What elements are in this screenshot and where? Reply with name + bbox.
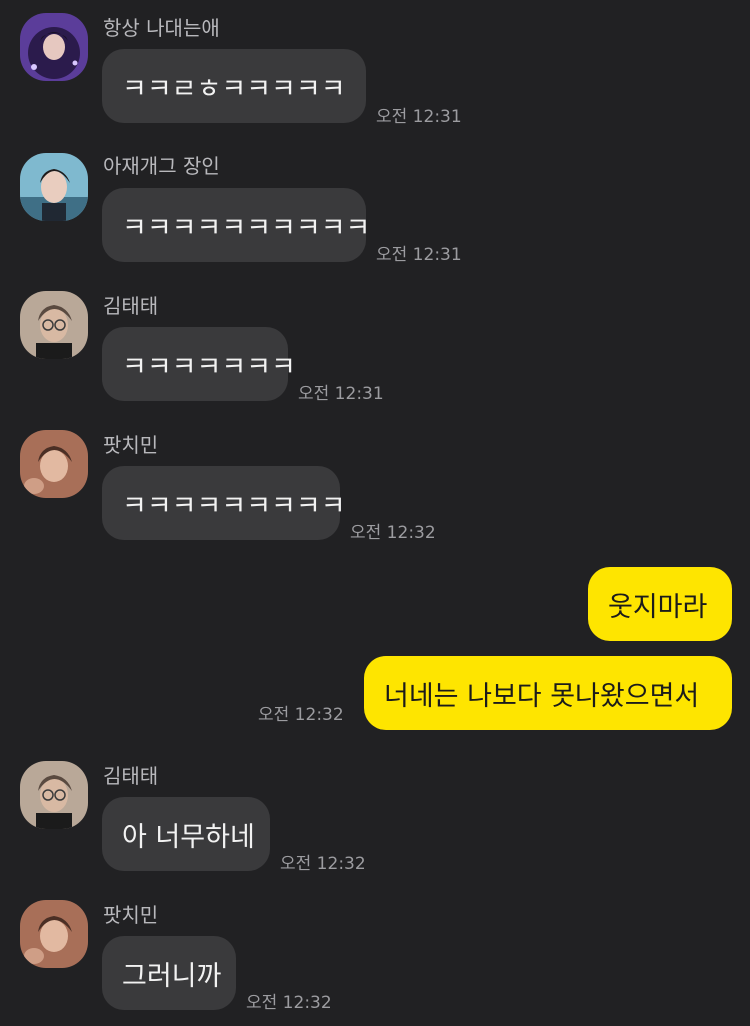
message-bubble[interactable]: ㅋㅋㅋㅋㅋㅋㅋㅋㅋㅋ — [102, 188, 370, 262]
profile-photo-glasses-icon — [20, 761, 88, 829]
message-timestamp: 오전 12:31 — [376, 245, 462, 265]
profile-photo-glasses-icon — [20, 291, 88, 359]
message-timestamp: 오전 12:32 — [258, 705, 344, 725]
message-bubble[interactable]: ㅋㅋㅋㅋㅋㅋㅋ — [102, 327, 296, 401]
sender-avatar[interactable] — [20, 761, 88, 829]
sender-name: 항상 나대는애 — [103, 16, 220, 40]
sender-name: 팟치민 — [103, 433, 159, 457]
message-timestamp: 오전 12:32 — [350, 523, 436, 543]
sender-avatar[interactable] — [20, 291, 88, 359]
sender-name: 김태태 — [103, 294, 159, 318]
profile-photo-blue-icon — [20, 153, 88, 221]
message-timestamp: 오전 12:31 — [376, 107, 462, 127]
sender-avatar[interactable] — [20, 900, 88, 968]
sender-name: 아재개그 장인 — [103, 154, 220, 178]
profile-photo-warm-icon — [20, 900, 88, 968]
message-timestamp: 오전 12:32 — [246, 993, 332, 1013]
sender-name: 팟치민 — [103, 903, 159, 927]
sender-avatar[interactable] — [20, 430, 88, 498]
profile-photo-purple-icon — [20, 13, 88, 81]
message-timestamp: 오전 12:31 — [298, 384, 384, 404]
message-bubble[interactable]: ㅋㅋㄹㅎㅋㅋㅋㅋㅋ — [102, 49, 366, 123]
my-message-bubble[interactable]: 너네는 나보다 못나왔으면서 — [364, 656, 732, 730]
profile-photo-warm-icon — [20, 430, 88, 498]
sender-avatar[interactable] — [20, 153, 88, 221]
message-timestamp: 오전 12:32 — [280, 854, 366, 874]
my-message-bubble[interactable]: 웃지마라 — [588, 567, 732, 641]
sender-avatar[interactable] — [20, 13, 88, 81]
message-bubble[interactable]: ㅋㅋㅋㅋㅋㅋㅋㅋㅋ — [102, 466, 346, 540]
message-bubble[interactable]: 그러니까 — [102, 936, 236, 1010]
sender-name: 김태태 — [103, 764, 159, 788]
message-bubble[interactable]: 아 너무하네 — [102, 797, 270, 871]
